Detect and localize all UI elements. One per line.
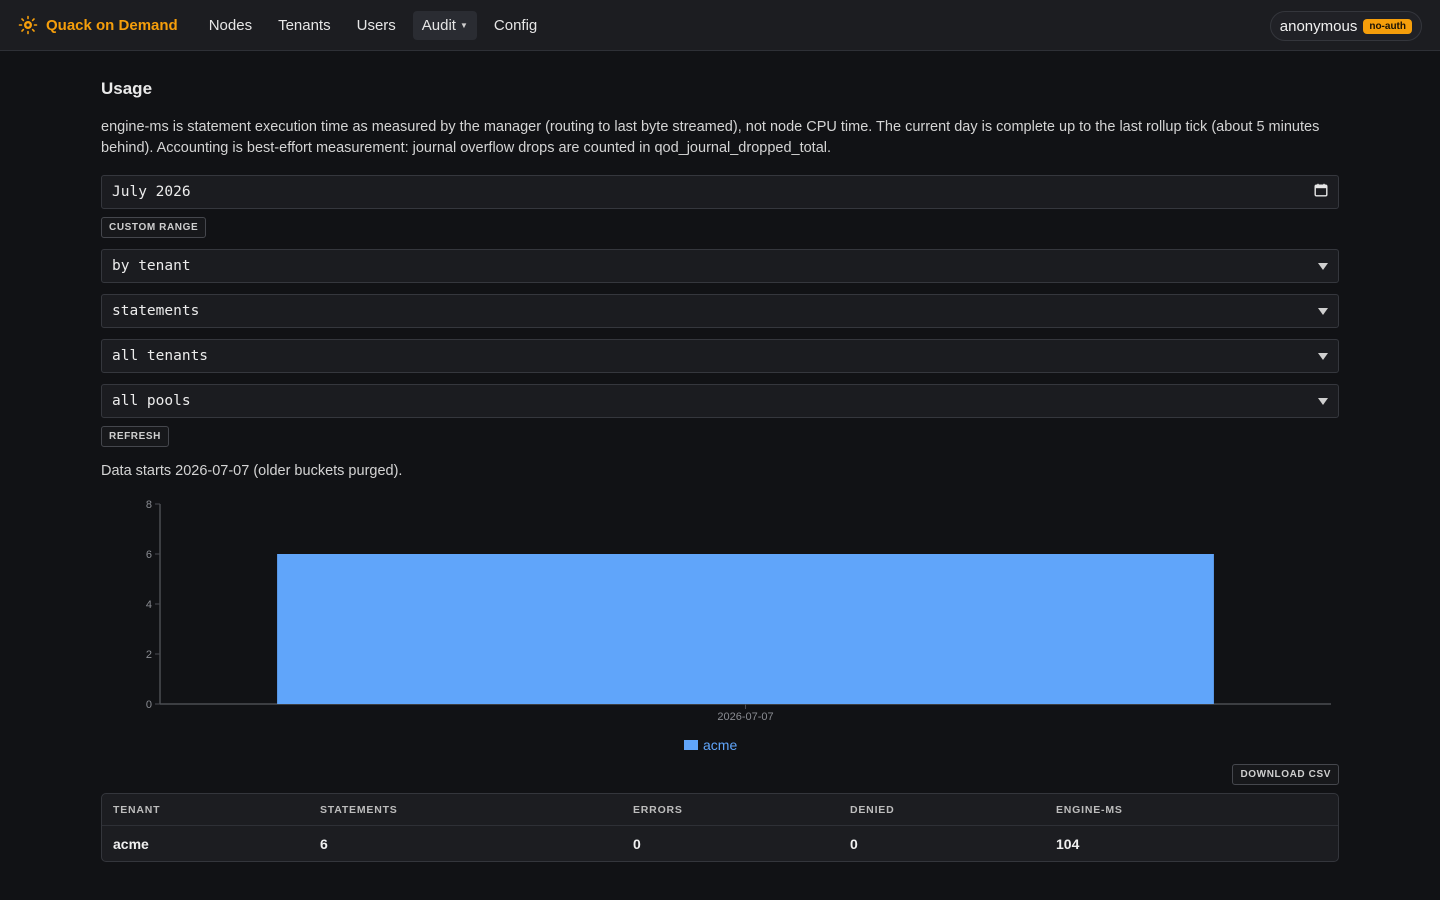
nav-item-audit[interactable]: Audit ▼ [412, 10, 477, 40]
chevron-down-icon [1318, 262, 1328, 270]
x-tick-label: 2026-07-07 [717, 711, 773, 723]
refresh-button[interactable]: REFRESH [101, 426, 169, 447]
group-by-value: by tenant [112, 258, 191, 274]
y-tick-label: 8 [146, 499, 152, 511]
chevron-down-icon [1318, 397, 1328, 405]
download-csv-button[interactable]: DOWNLOAD CSV [1232, 764, 1339, 785]
custom-range-button[interactable]: CUSTOM RANGE [101, 217, 207, 238]
month-picker[interactable]: July 2026 [101, 175, 1339, 209]
y-tick-label: 6 [146, 549, 152, 561]
nav-item-nodes[interactable]: Nodes [200, 11, 261, 40]
chevron-down-icon: ▼ [459, 20, 468, 30]
y-tick-label: 2 [146, 649, 152, 661]
chevron-down-icon [1318, 307, 1328, 315]
brand[interactable]: Quack on Demand [18, 15, 178, 35]
tenant-select[interactable]: all tenants [101, 339, 1339, 373]
table-row: acme 6 0 0 104 [102, 826, 1338, 861]
duck-logo-icon [18, 15, 38, 35]
column-header-tenant[interactable]: TENANT [102, 804, 320, 816]
cell-engine-ms: 104 [1056, 835, 1080, 852]
y-tick-label: 0 [146, 699, 152, 711]
group-by-select[interactable]: by tenant [101, 249, 1339, 283]
table-header: TENANT STATEMENTS ERRORS DENIED ENGINE-M… [102, 794, 1338, 826]
main-content: Usage engine-ms is statement execution t… [101, 51, 1339, 862]
legend-label: acme [703, 737, 738, 753]
main-nav: Nodes Tenants Users Audit ▼ Config [200, 10, 547, 40]
cell-statements: 6 [320, 835, 328, 852]
usage-chart: 0 2 4 6 8 2026-07-07 [101, 492, 1339, 762]
y-tick-label: 4 [146, 599, 152, 611]
column-header-statements[interactable]: STATEMENTS [320, 804, 633, 816]
metric-select[interactable]: statements [101, 294, 1339, 328]
user-menu[interactable]: anonymous no-auth [1269, 11, 1422, 41]
nav-item-tenants[interactable]: Tenants [269, 11, 340, 40]
calendar-icon[interactable] [1314, 183, 1328, 201]
data-retention-note: Data starts 2026-07-07 (older buckets pu… [101, 463, 403, 479]
page-description: engine-ms is statement execution time as… [101, 119, 1320, 156]
user-name: anonymous [1279, 17, 1358, 35]
month-picker-value: July 2026 [112, 184, 191, 200]
usage-chart-svg: 0 2 4 6 8 2026-07-07 [146, 499, 1331, 723]
cell-tenant: acme [113, 835, 149, 852]
nav-item-users[interactable]: Users [348, 11, 405, 40]
nav-item-config[interactable]: Config [485, 11, 546, 40]
auth-mode-badge: no-auth [1363, 18, 1412, 34]
brand-name: Quack on Demand [46, 16, 178, 34]
cell-denied: 0 [850, 835, 858, 852]
legend-swatch [684, 740, 698, 750]
chevron-down-icon [1318, 352, 1328, 360]
pool-select[interactable]: all pools [101, 384, 1339, 418]
top-nav-bar: Quack on Demand Nodes Tenants Users Audi… [0, 0, 1440, 51]
page-title: Usage [101, 79, 153, 98]
column-header-errors[interactable]: ERRORS [633, 804, 850, 816]
column-header-denied[interactable]: DENIED [850, 804, 1056, 816]
metric-value: statements [112, 303, 200, 319]
usage-table: TENANT STATEMENTS ERRORS DENIED ENGINE-M… [101, 793, 1339, 862]
cell-errors: 0 [633, 835, 641, 852]
column-header-engine-ms[interactable]: ENGINE-MS [1056, 804, 1338, 816]
pool-value: all pools [112, 393, 191, 409]
nav-item-audit-label: Audit [421, 16, 456, 34]
bar-acme-2026-07-07 [277, 554, 1214, 704]
tenant-value: all tenants [112, 348, 209, 364]
chart-legend[interactable]: acme [684, 737, 737, 753]
